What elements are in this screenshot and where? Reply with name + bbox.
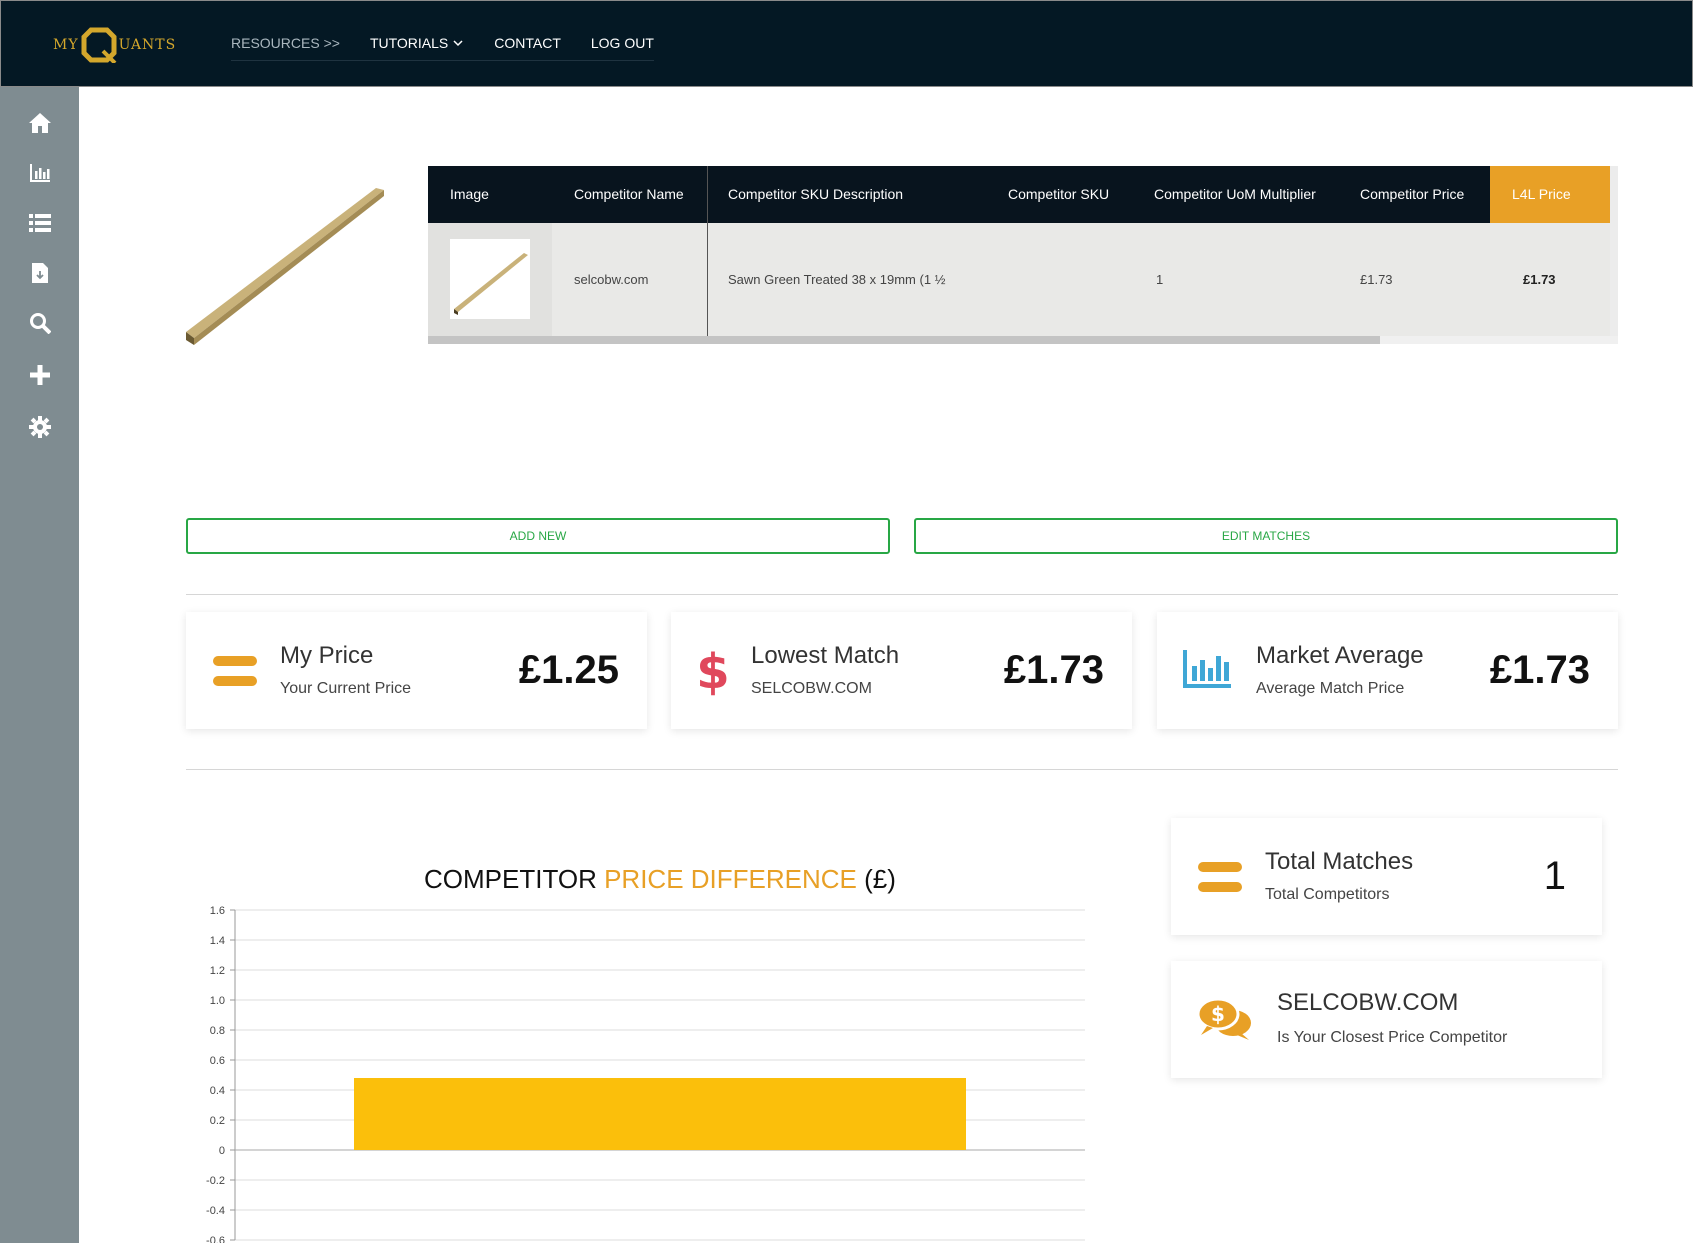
row-image-cell	[428, 223, 552, 336]
y-tick-label: 0.6	[210, 1055, 225, 1067]
row-l4l-price: £1.73	[1523, 272, 1556, 287]
table-row[interactable]: selcobw.com Sawn Green Treated 38 x 19mm…	[428, 223, 1610, 336]
my-price-subtitle: Your Current Price	[280, 680, 412, 697]
nav-contact[interactable]: CONTACT	[494, 35, 561, 51]
header-competitor-name: Competitor Name	[574, 186, 684, 202]
table-horizontal-scrollbar[interactable]	[428, 336, 1618, 344]
y-tick-label: 0.8	[210, 1025, 225, 1037]
lowest-match-card: $ Lowest Match SELCOBW.COM £1.73	[671, 612, 1132, 729]
divider	[186, 769, 1618, 770]
nav-logout[interactable]: LOG OUT	[591, 35, 654, 51]
closest-competitor-title: SELCOBW.COM	[1277, 989, 1459, 1016]
my-price-card: My Price Your Current Price £1.25	[186, 612, 647, 729]
add-new-button[interactable]: ADD NEW	[186, 518, 890, 554]
dollar-icon: $	[696, 644, 729, 701]
file-download-icon[interactable]	[28, 261, 52, 285]
market-average-card: Market Average Average Match Price £1.73	[1157, 612, 1618, 729]
header-competitor-sku: Competitor SKU	[1008, 186, 1110, 202]
y-tick-label: 0.2	[210, 1115, 225, 1127]
price-difference-chart: 1.61.41.21.00.80.60.40.20-0.2-0.4-0.6SEL…	[206, 905, 1085, 1243]
chart-bar	[354, 1078, 966, 1150]
closest-competitor-subtitle: Is Your Closest Price Competitor	[1277, 1029, 1508, 1046]
y-tick-label: 1.6	[210, 905, 225, 917]
chat-dollar-icon: $	[1196, 997, 1253, 1046]
equals-icon	[213, 656, 257, 691]
lowest-match-value: £1.73	[1003, 648, 1104, 692]
lowest-match-subtitle: SELCOBW.COM	[751, 680, 872, 697]
row-sku-description: Sawn Green Treated 38 x 19mm (1 ½	[728, 272, 946, 287]
lowest-match-title: Lowest Match	[751, 642, 900, 669]
y-tick-label: 0	[219, 1145, 225, 1157]
y-tick-label: -0.4	[206, 1205, 225, 1217]
competitor-product-thumbnail	[450, 239, 530, 319]
market-average-value: £1.73	[1489, 648, 1590, 692]
total-matches-subtitle: Total Competitors	[1265, 886, 1390, 903]
logo-q-icon	[81, 27, 117, 65]
y-tick-label: -0.6	[206, 1235, 225, 1243]
chart-title-part2: PRICE DIFFERENCE	[604, 864, 857, 894]
main-nav: RESOURCES >> TUTORIALS CONTACT LOG OUT	[231, 31, 654, 61]
y-tick-label: -0.2	[206, 1175, 225, 1187]
y-tick-label: 1.4	[210, 935, 225, 947]
list-icon[interactable]	[28, 211, 52, 235]
sidebar	[0, 87, 79, 1243]
header-competitor-price: Competitor Price	[1360, 186, 1465, 202]
y-tick-label: 0.4	[210, 1085, 225, 1097]
market-average-title: Market Average	[1256, 642, 1424, 669]
nav-tutorials-label: TUTORIALS	[369, 34, 449, 51]
logo-right-text: UANTS	[118, 37, 177, 53]
my-price-title: My Price	[280, 642, 374, 669]
competitor-table: Image Competitor Name Competitor SKU Des…	[428, 166, 1618, 344]
header-sku-description: Competitor SKU Description	[728, 186, 904, 202]
y-tick-label: 1.2	[210, 965, 225, 977]
nav-tutorials[interactable]: TUTORIALS	[370, 35, 464, 51]
nav-resources[interactable]: RESOURCES >>	[231, 35, 340, 51]
search-icon[interactable]	[28, 311, 52, 335]
y-tick-label: 1.0	[210, 995, 225, 1007]
market-average-subtitle: Average Match Price	[1256, 680, 1405, 697]
logo-left-text: MY	[53, 37, 79, 53]
myquants-logo[interactable]: MY UANTS	[53, 27, 177, 65]
row-competitor-name: selcobw.com	[574, 272, 649, 287]
svg-text:$: $	[697, 644, 729, 696]
header-image: Image	[450, 186, 489, 202]
total-matches-card: Total Matches Total Competitors 1	[1171, 818, 1602, 935]
header-uom-multiplier: Competitor UoM Multiplier	[1154, 186, 1316, 202]
table-header: Image Competitor Name Competitor SKU Des…	[428, 166, 1610, 223]
column-divider	[707, 166, 708, 336]
gear-icon[interactable]	[28, 415, 52, 439]
bar-chart-icon[interactable]	[28, 161, 52, 185]
edit-matches-button[interactable]: EDIT MATCHES	[914, 518, 1618, 554]
my-price-value: £1.25	[518, 648, 619, 692]
divider	[186, 594, 1618, 595]
header-l4l-price: L4L Price	[1490, 166, 1610, 223]
chevron-down-icon	[453, 39, 463, 46]
scrollbar-thumb[interactable]	[428, 336, 1380, 344]
bar-chart-icon	[1183, 650, 1231, 693]
row-uom-multiplier: 1	[1156, 272, 1164, 287]
total-matches-value: 1	[1543, 854, 1566, 898]
equals-icon	[1198, 862, 1242, 897]
chart-title-part1: COMPETITOR	[424, 864, 605, 894]
svg-text:$: $	[1211, 1002, 1225, 1026]
closest-competitor-card: $ SELCOBW.COM Is Your Closest Price Comp…	[1171, 961, 1602, 1078]
top-navbar: MY UANTS RESOURCES >> TUTORIALS CONTACT …	[0, 0, 1693, 87]
chart-title: COMPETITOR PRICE DIFFERENCE (£)	[424, 864, 896, 895]
chart-title-part3: (£)	[856, 864, 896, 894]
plus-icon[interactable]	[28, 363, 52, 387]
product-image	[180, 180, 400, 350]
row-competitor-price: £1.73	[1360, 272, 1393, 287]
home-icon[interactable]	[28, 111, 52, 135]
total-matches-title: Total Matches	[1265, 848, 1414, 875]
